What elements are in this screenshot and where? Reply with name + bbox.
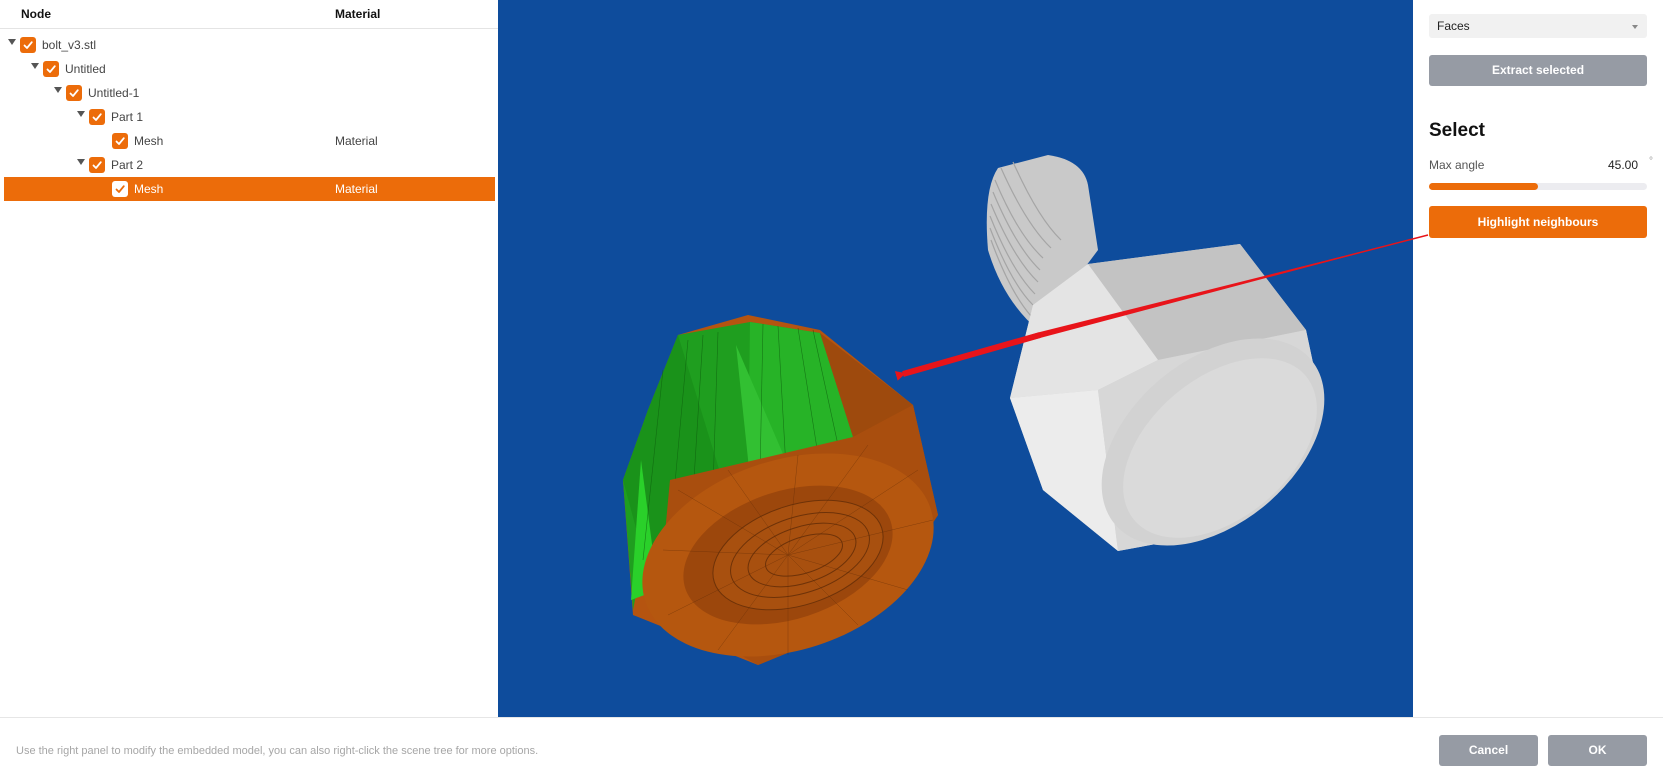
- tree-row-label: Part 1: [111, 110, 144, 124]
- selection-mode-dropdown[interactable]: Faces: [1429, 14, 1647, 38]
- selection-mode-value: Faces: [1437, 19, 1470, 33]
- caret-down-icon[interactable]: [31, 63, 39, 69]
- max-angle-label: Max angle: [1429, 158, 1485, 172]
- check-icon: [69, 89, 79, 97]
- dialog-footer: Use the right panel to modify the embedd…: [0, 717, 1663, 778]
- visibility-checkbox[interactable]: [89, 157, 105, 173]
- 3d-viewport[interactable]: [498, 0, 1413, 717]
- tree-row-label: Untitled: [65, 62, 106, 76]
- node-column-header: Node: [21, 7, 51, 21]
- max-angle-slider-fill: [1429, 183, 1538, 190]
- check-icon: [92, 113, 102, 121]
- tree-row-label: Part 2: [111, 158, 144, 172]
- cancel-button[interactable]: Cancel: [1439, 735, 1538, 766]
- tree-row[interactable]: Untitled-1: [4, 81, 495, 105]
- caret-down-icon[interactable]: [77, 111, 85, 117]
- ok-button[interactable]: OK: [1548, 735, 1647, 766]
- check-icon: [92, 161, 102, 169]
- tree-row[interactable]: Part 2: [4, 153, 495, 177]
- check-icon: [46, 65, 56, 73]
- chevron-down-icon: [1632, 25, 1638, 29]
- max-angle-value[interactable]: 45.00: [1608, 158, 1638, 172]
- tree-row-label: Mesh: [134, 134, 164, 148]
- max-angle-slider[interactable]: [1429, 183, 1647, 190]
- select-section-heading: Select: [1429, 120, 1485, 141]
- check-icon: [115, 185, 125, 193]
- tree-row-label: bolt_v3.stl: [42, 38, 97, 52]
- nut-model: [623, 315, 938, 665]
- visibility-checkbox[interactable]: [43, 61, 59, 77]
- visibility-checkbox[interactable]: [112, 181, 128, 197]
- visibility-checkbox[interactable]: [20, 37, 36, 53]
- tree-row-label: Mesh: [134, 182, 164, 196]
- tree-row[interactable]: Part 1: [4, 105, 495, 129]
- tree-row[interactable]: Mesh Material: [4, 129, 495, 153]
- tree-rows: bolt_v3.stl Untitled Untitled-1 Part 1 Mesh M…: [4, 33, 495, 201]
- tool-panel: Faces Extract selected Select Max angle …: [1413, 0, 1663, 716]
- extract-selected-button[interactable]: Extract selected: [1429, 55, 1647, 86]
- caret-down-icon[interactable]: [8, 39, 16, 45]
- model-render: [623, 155, 1325, 665]
- check-icon: [23, 41, 33, 49]
- tree-row-label: Untitled-1: [88, 86, 140, 100]
- caret-down-icon[interactable]: [54, 87, 62, 93]
- tree-row[interactable]: Mesh Material: [4, 177, 495, 201]
- tree-row[interactable]: Untitled: [4, 57, 495, 81]
- tree-row[interactable]: bolt_v3.stl: [4, 33, 495, 57]
- check-icon: [115, 137, 125, 145]
- visibility-checkbox[interactable]: [89, 109, 105, 125]
- visibility-checkbox[interactable]: [66, 85, 82, 101]
- material-column-header: Material: [335, 7, 381, 21]
- tree-row-material: Material: [335, 182, 378, 196]
- tree-header: Node Material: [0, 0, 498, 29]
- footer-hint-text: Use the right panel to modify the embedd…: [16, 745, 539, 757]
- tree-row-material: Material: [335, 134, 378, 148]
- scene-tree-panel: Node Material bolt_v3.stl Untitled Untitle…: [0, 0, 498, 716]
- bolt-model: [986, 155, 1325, 551]
- degree-unit: °: [1649, 156, 1653, 167]
- caret-down-icon[interactable]: [77, 159, 85, 165]
- visibility-checkbox[interactable]: [112, 133, 128, 149]
- highlight-neighbours-button[interactable]: Highlight neighbours: [1429, 206, 1647, 238]
